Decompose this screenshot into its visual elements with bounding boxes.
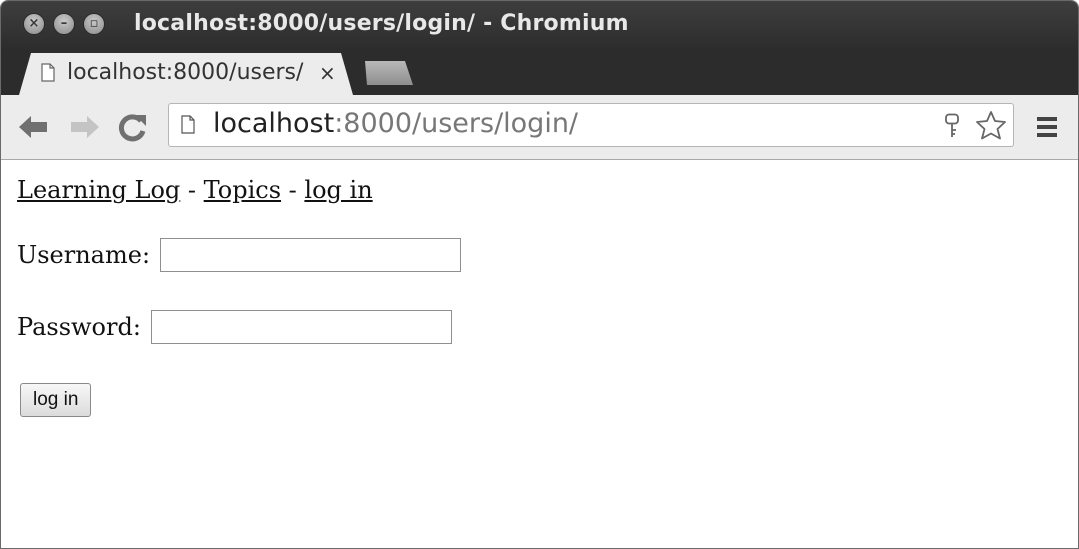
window-maximize-button[interactable]: ▫ [83, 13, 105, 35]
back-arrow-icon[interactable] [15, 109, 51, 145]
address-bar[interactable]: localhost:8000/users/login/ [168, 103, 1014, 147]
tab-close-icon[interactable]: × [319, 61, 336, 85]
tab-title: localhost:8000/users/ [67, 60, 304, 85]
browser-window: × – ▫ localhost:8000/users/login/ - Chro… [0, 0, 1079, 549]
password-input[interactable] [150, 310, 452, 344]
nav-separator: - [281, 176, 305, 204]
window-minimize-button[interactable]: – [53, 13, 75, 35]
tab-strip: localhost:8000/users/ × [1, 51, 1078, 95]
username-label: Username: [17, 241, 151, 269]
tab-active[interactable]: localhost:8000/users/ × [19, 53, 353, 95]
url-text[interactable]: localhost:8000/users/login/ [213, 108, 578, 139]
password-row: Password: [17, 310, 452, 344]
login-button[interactable]: log in [20, 383, 92, 417]
nav-separator: - [180, 176, 204, 204]
password-label: Password: [17, 313, 141, 341]
page-icon [181, 115, 195, 134]
page-content: Learning Log - Topics - log in Username:… [1, 160, 1078, 548]
star-icon[interactable] [975, 110, 1007, 140]
url-host: localhost [213, 108, 335, 139]
toolbar: localhost:8000/users/login/ [1, 95, 1078, 160]
topics-link[interactable]: Topics [204, 176, 281, 204]
learning-log-link[interactable]: Learning Log [17, 176, 180, 204]
menu-icon[interactable] [1035, 115, 1059, 139]
page-icon [41, 63, 55, 82]
login-link[interactable]: log in [304, 176, 372, 204]
url-path: :8000/users/login/ [334, 108, 579, 139]
title-bar: × – ▫ localhost:8000/users/login/ - Chro… [1, 1, 1078, 51]
window-title: localhost:8000/users/login/ - Chromium [134, 11, 629, 36]
forward-arrow-icon[interactable] [67, 109, 103, 145]
page-nav: Learning Log - Topics - log in [17, 176, 373, 204]
key-icon[interactable] [943, 113, 963, 139]
username-row: Username: [17, 238, 462, 272]
new-tab-button[interactable] [365, 61, 413, 85]
reload-icon[interactable] [115, 109, 151, 145]
username-input[interactable] [160, 238, 462, 272]
window-close-button[interactable]: × [23, 13, 45, 35]
